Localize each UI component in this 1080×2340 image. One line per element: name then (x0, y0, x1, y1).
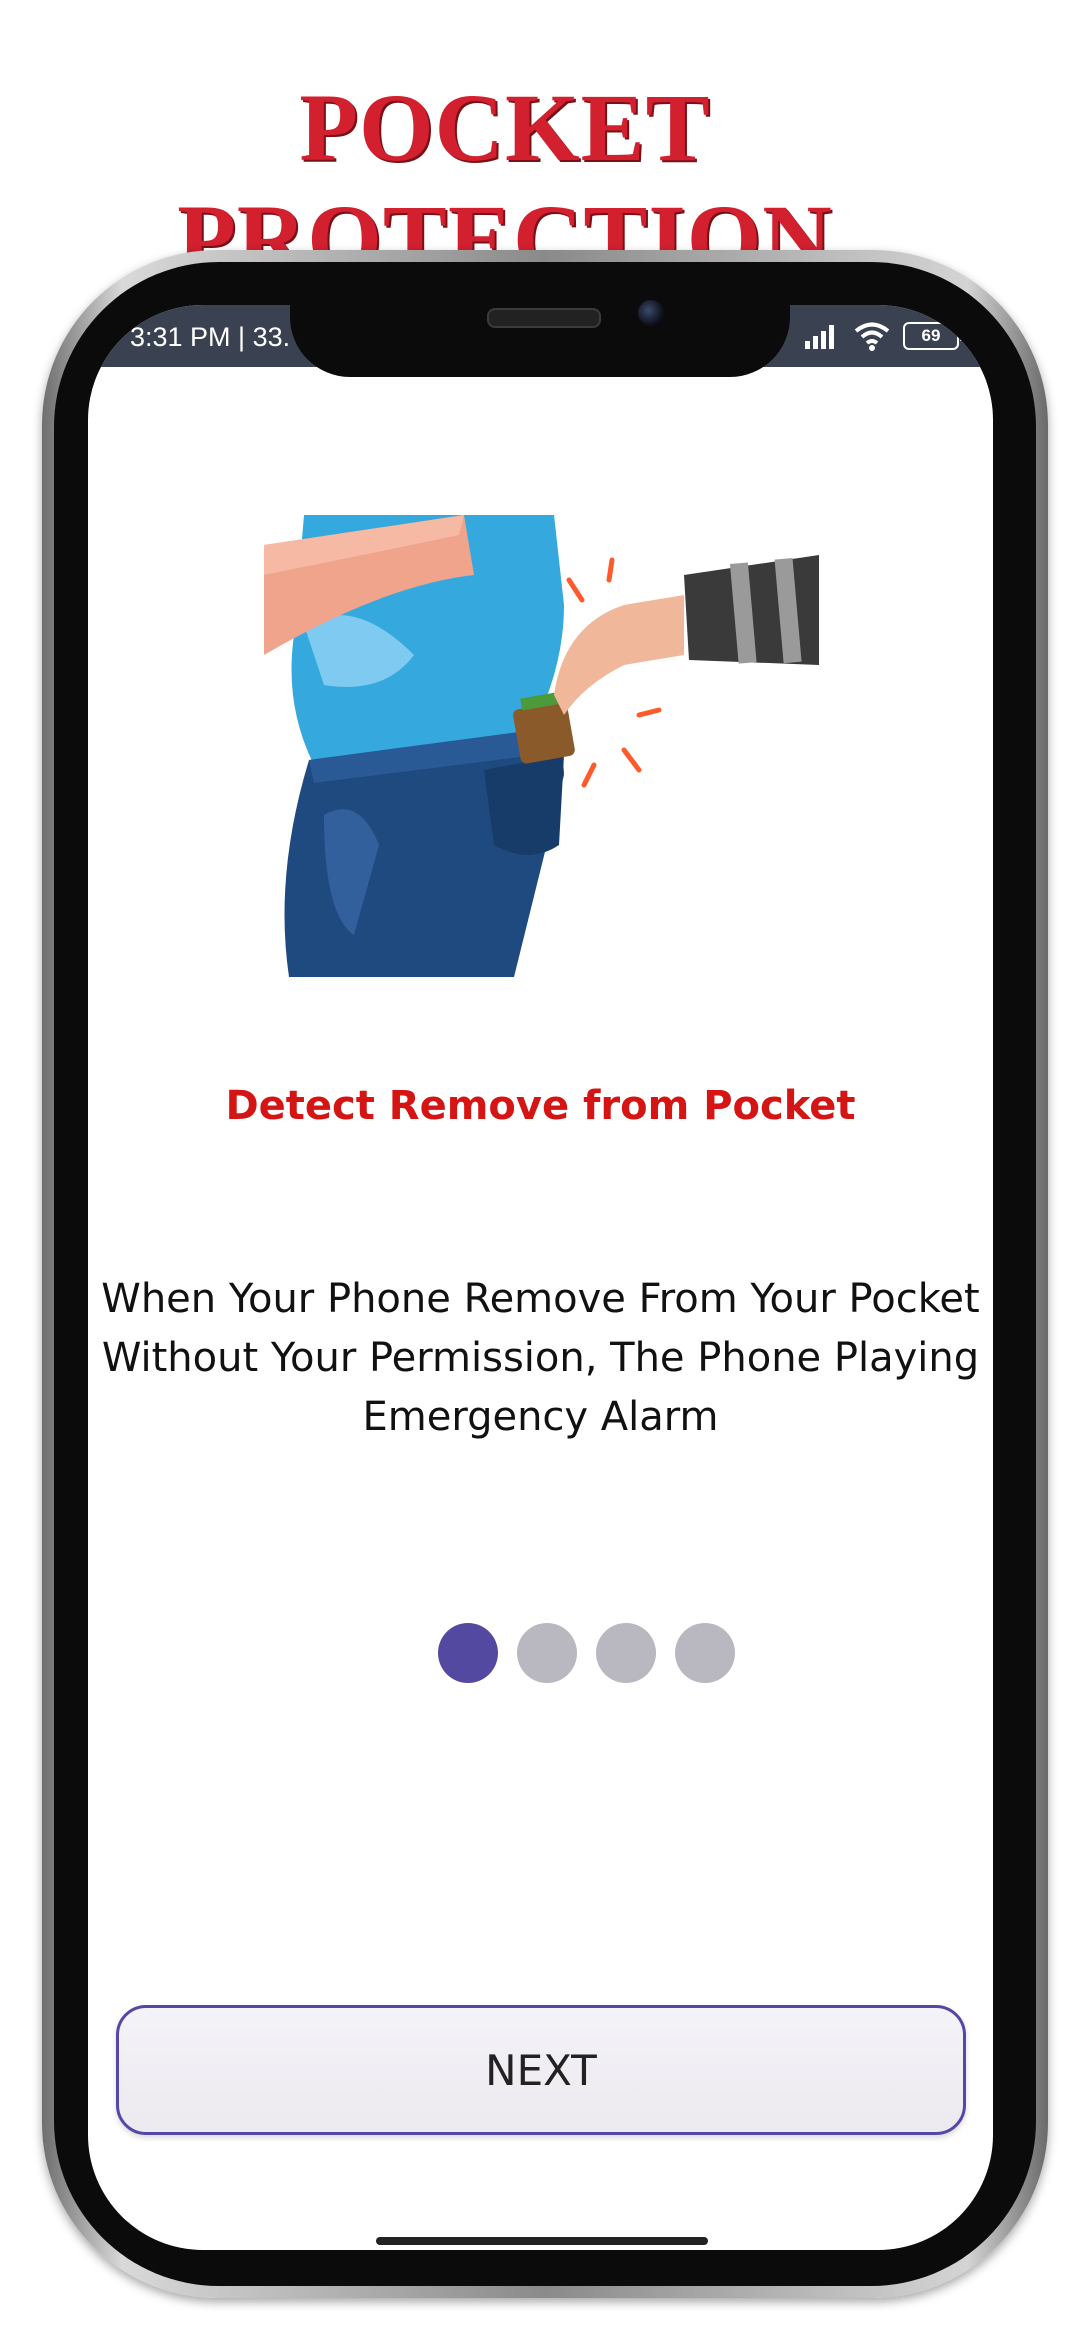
home-indicator[interactable] (376, 2237, 708, 2245)
next-button[interactable]: NEXT (116, 2005, 966, 2135)
signal-icon (805, 325, 834, 349)
earpiece-speaker (487, 308, 601, 328)
feature-description: When Your Phone Remove From Your Pocket … (101, 1276, 980, 1440)
front-camera-icon (638, 300, 664, 326)
wifi-icon (854, 322, 890, 351)
status-time: 3:31 PM | 33. (130, 322, 291, 352)
page-dot-4[interactable] (675, 1623, 735, 1683)
pickpocket-illustration (264, 515, 819, 977)
status-icons: 69 (803, 319, 964, 353)
phone-screen: 3:31 PM | 33. 69 Detect Remove from Pock… (88, 305, 993, 2250)
page-dot-3[interactable] (596, 1623, 656, 1683)
page-indicator (438, 1623, 735, 1683)
battery-icon: 69 (903, 322, 964, 350)
feature-heading: Detect Remove from Pocket (225, 1083, 856, 1129)
page-dot-2[interactable] (517, 1623, 577, 1683)
page-dot-1[interactable] (438, 1623, 498, 1683)
